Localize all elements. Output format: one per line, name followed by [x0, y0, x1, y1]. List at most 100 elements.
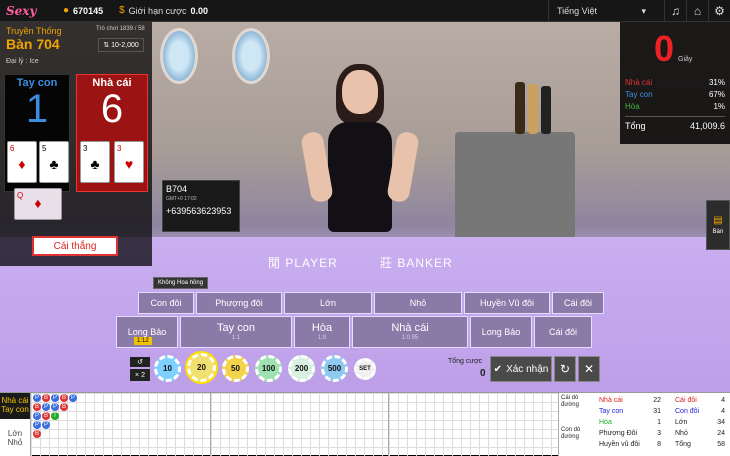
close-icon: ✕ [583, 362, 595, 376]
chip-100[interactable]: 100 [255, 355, 282, 382]
bet-player-pair[interactable]: Con đôi [138, 292, 194, 314]
player-card-3: Q ♦ [14, 188, 62, 220]
user-icon: ● [63, 5, 70, 16]
summary-phoenix-pair: Phượng Đôi 3 [599, 430, 661, 437]
no-commission-label: Không Hoa hồng [153, 277, 209, 289]
chip-200[interactable]: 200 [288, 355, 315, 382]
info-time: GMT+0 17:02 [166, 196, 197, 202]
table-info-card: B704 GMT+0 17:02 +639563623953 [162, 180, 240, 232]
chip-set[interactable]: SET [354, 358, 376, 380]
summary-big: Lớn 34 [675, 419, 725, 426]
sound-icon[interactable]: ♫ [664, 0, 686, 22]
confirm-label: Xác nhận [506, 363, 549, 375]
bottle [528, 84, 538, 134]
banker-card-2: 3 ♥ [114, 141, 144, 183]
bet-limit-select[interactable]: ⇅ 10-2,000 [98, 38, 144, 52]
dealer-name: Đại lý : Ice [6, 58, 39, 65]
player-en: PLAYER [285, 256, 338, 270]
bet-phoenix-pair[interactable]: Phượng đôi [196, 292, 282, 314]
bet-banker-pair-2[interactable]: Cái đôi [534, 316, 592, 348]
chip-10[interactable]: 10 [154, 355, 181, 382]
sexy-logo: Sexy [6, 3, 37, 18]
player-result: Tay con 1 6 ♦ 5 ♣ [4, 74, 70, 192]
ratio-tag: 1:12 [134, 337, 152, 345]
summary-total: Tổng 58 [675, 441, 725, 448]
chevron-down-icon: ▾ [641, 5, 646, 16]
summary-banker-pair: Cái đôi 4 [675, 397, 725, 404]
table-list-label: Bàn [712, 229, 724, 235]
roadmap-summary: Cái dò đường Con dò đường Nhà cái 22 Tay … [558, 393, 730, 456]
stats-panel: 0 Giây Nhà cái 31% Tay con 67% Hòa 1% Tổng 4… [620, 22, 730, 144]
result-winner: Cái thắng [32, 236, 118, 256]
roadmap-panel: Nhà cái Tay con Lớn Nhỏ P B P B P B P P B … [0, 392, 730, 456]
info-table: B704 [166, 184, 188, 194]
countdown-value: 0 [654, 28, 675, 69]
bet-limit-display: $ Giới hạn cược 0.00 [111, 0, 216, 22]
tab-big-small[interactable]: Lớn Nhỏ [0, 429, 30, 447]
bet-banker-dragon-bonus[interactable]: Long Bảo [470, 316, 532, 348]
banker-cn: 莊 [380, 256, 394, 270]
top-bar: Sexy ● 670145 $ Giới hạn cược 0.00 Tiếng… [0, 0, 730, 22]
bet-tie[interactable]: Hòa 1:8 [294, 316, 350, 348]
stat-tie: Hòa 1% [625, 102, 725, 111]
summary-player: Tay con 31 [599, 408, 661, 415]
roadmap-switch: Nhà cái Tay con Lớn Nhỏ [0, 393, 30, 456]
limit-value: 0.00 [190, 5, 209, 16]
stat-player: Tay con 67% [625, 90, 725, 99]
balance-value: 670145 [73, 5, 104, 16]
cabinet [455, 132, 575, 242]
home-icon[interactable]: ⌂ [686, 0, 708, 22]
bet-row-top: Con đôi Phượng đôi Lớn Nhỏ Huyền Vũ đôi … [138, 292, 604, 314]
bet-small[interactable]: Nhỏ [374, 292, 462, 314]
summary-small: Nhỏ 24 [675, 430, 725, 437]
confirm-button[interactable]: ✔ Xác nhận [490, 356, 552, 382]
bet-row-main: Long Bảo Tay con 1:1 Hòa 1:8 Nhà cái 1:0.95… [116, 316, 592, 348]
cabin-window [160, 28, 198, 84]
bet-big[interactable]: Lớn [284, 292, 372, 314]
banker-predict[interactable]: Cái dò đường [561, 395, 595, 409]
table-list-icon: ▤ [713, 215, 723, 226]
undo-icon[interactable]: ↺ [130, 357, 150, 367]
tab-banker-player[interactable]: Nhà cái Tay con [0, 393, 30, 419]
player-card-1: 6 ♦ [7, 141, 37, 183]
summary-player-pair: Con đôi 4 [675, 408, 725, 415]
bet-tortoise-pair[interactable]: Huyền Vũ đôi [464, 292, 550, 314]
player-cn: 閒 [268, 256, 282, 270]
cancel-button[interactable]: ✕ [578, 356, 600, 382]
big-road [210, 393, 388, 456]
repeat-button[interactable]: ↻ [554, 356, 576, 382]
chip-20[interactable]: 20 [187, 353, 216, 382]
total-bet-value: 0 [480, 368, 486, 379]
chip-500[interactable]: 500 [321, 355, 348, 382]
player-score: 1 [25, 87, 49, 131]
language-select[interactable]: Tiếng Việt ▾ [548, 0, 654, 22]
bet-banker-pair[interactable]: Cái đôi [552, 292, 604, 314]
bet-banker[interactable]: Nhà cái 1:0.95 [352, 316, 468, 348]
countdown-unit: Giây [678, 56, 693, 63]
bottle [515, 82, 525, 134]
table-list-tab[interactable]: ▤ Bàn [706, 200, 730, 250]
limit-label: Giới hạn cược [128, 5, 187, 16]
check-icon: ✔ [493, 363, 503, 375]
bead-road: P B P B P B P P B P B T P P B [30, 393, 210, 456]
limit-value: 10-2,000 [111, 41, 139, 49]
limit-icon: ⇅ [103, 42, 110, 49]
settings-icon[interactable]: ⚙ [708, 0, 730, 22]
refresh-icon: ↻ [559, 362, 571, 376]
total-bet-label: Tổng cược [448, 358, 483, 365]
chip-multiplier[interactable]: × 2 [130, 369, 150, 381]
coin-icon: $ [119, 5, 125, 16]
game-info-panel: Truyền Thống Bàn 704 Trò chơi 1839 / 58 … [0, 22, 152, 266]
chip-50[interactable]: 50 [222, 355, 249, 382]
round-label: Trò chơi 1839 / 58 [96, 26, 145, 32]
summary-tortoise-pair: Huyền vũ đôi 8 [599, 441, 661, 448]
table-print-banker: 莊 BANKER [380, 254, 453, 271]
game-type: Truyền Thống [6, 26, 62, 36]
player-predict[interactable]: Con dò đường [561, 427, 595, 441]
banker-score: 6 [100, 87, 124, 131]
bottle [541, 86, 551, 134]
chip-tray: 10 20 50 100 200 500 SET [154, 353, 376, 382]
info-phone: +639563623953 [166, 206, 232, 216]
balance-display: ● 670145 [55, 0, 111, 22]
bet-player[interactable]: Tay con 1:1 [180, 316, 292, 348]
